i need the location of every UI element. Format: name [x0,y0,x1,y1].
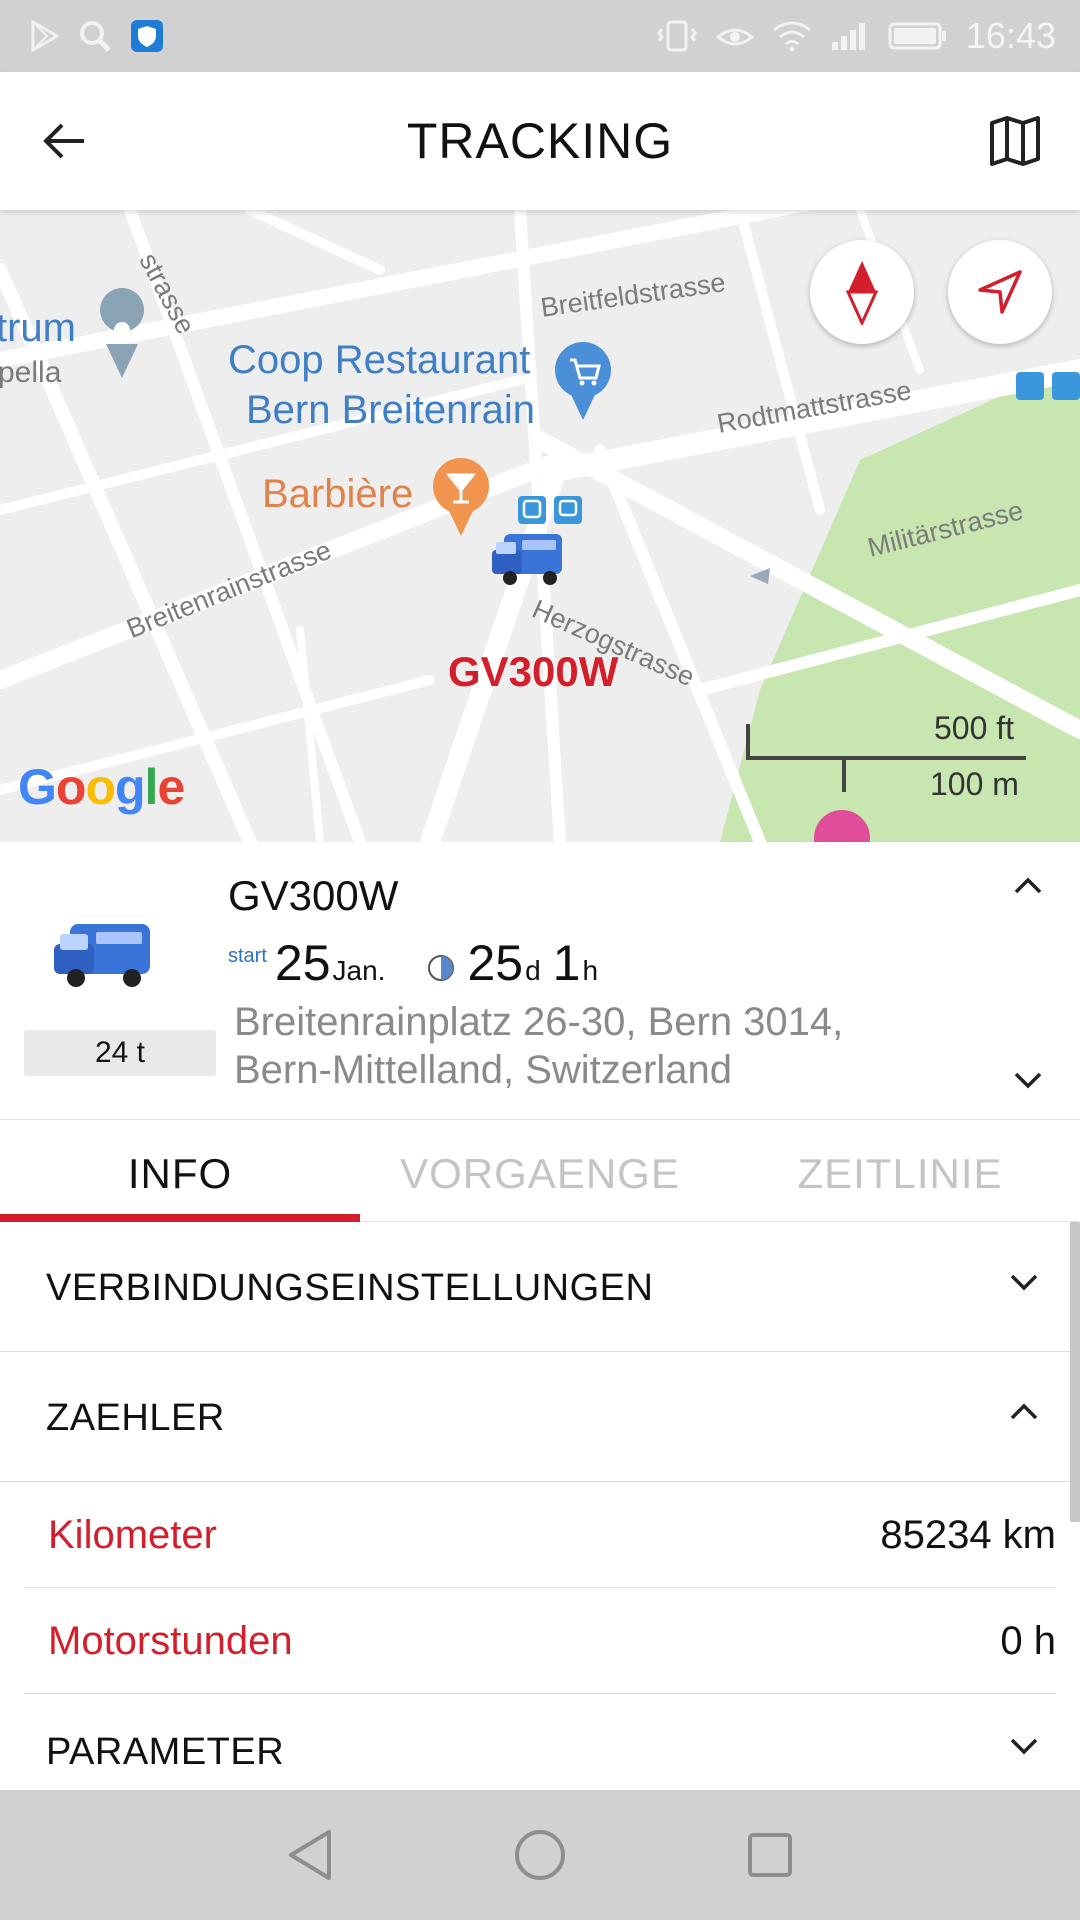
bar-pin [433,458,489,536]
chevron-up-icon [1010,1403,1038,1420]
start-label: start [228,945,267,967]
counter-row-motorstunden: Motorstunden 0 h [24,1588,1056,1694]
map-view[interactable]: strasse Breitfeldstrasse Rodtmattstrasse… [0,210,1080,842]
scale-imperial: 500 ft [934,710,1015,746]
arrow-left-icon [43,123,84,159]
tab-info[interactable]: INFO [0,1120,360,1222]
scrollbar[interactable] [1070,1222,1080,1522]
start-month: Jan. [332,955,386,986]
back-button[interactable] [36,108,92,174]
triangle-back-icon [289,1830,331,1880]
card-collapse-button[interactable] [1012,876,1044,901]
duration: 25 d 1 h [427,934,598,992]
vehicle-weight-badge: 24 t [24,1030,216,1076]
duration-hours-unit: h [582,955,599,986]
app-bar: TRACKING [0,72,1080,210]
square-recents-icon [748,1833,792,1877]
address-line-2: Bern-Mittelland, Switzerland [234,1048,732,1092]
section-counter[interactable]: ZAEHLER [0,1352,1080,1482]
section-parameter[interactable]: PARAMETER [0,1694,1080,1790]
section-parameter-title: PARAMETER [46,1731,285,1773]
duration-days-unit: d [525,955,541,986]
shopping-cart-pin [555,342,611,420]
vehicle-name: GV300W [228,872,399,919]
info-content[interactable]: VERBINDUNGSEINSTELLUNGEN ZAEHLER Kilomet… [0,1222,1080,1790]
battery-icon [888,22,946,50]
nav-back-button[interactable] [270,1815,350,1895]
vehicle-start-row: start 25 Jan. 25 d 1 h [228,934,598,992]
compass-icon [845,261,879,325]
counter-key: Kilometer [48,1513,217,1557]
counter-key: Motorstunden [48,1619,293,1663]
tab-zeitlinie[interactable]: ZEITLINIE [720,1120,1080,1222]
vehicle-address: Breitenrainplatz 26-30, Bern 3014, Bern-… [234,998,994,1094]
google-logo: Google [18,759,185,815]
poi-label-partial-2: pella [0,356,62,389]
counter-value: 0 h [1000,1619,1056,1663]
status-bar-left [30,19,164,53]
vibrate-icon [657,20,697,52]
play-store-icon [31,20,60,52]
section-connection-settings[interactable]: VERBINDUNGSEINSTELLUNGEN [0,1222,1080,1352]
poi-label-coop-2: Bern Breitenrain [246,388,536,432]
nav-home-button[interactable] [500,1815,580,1895]
tab-zeitlinie-label: ZEITLINIE [797,1150,1003,1197]
half-moon-icon [428,955,455,981]
circle-home-icon [515,1830,565,1880]
tab-vorgaenge-label: VORGAENGE [400,1150,680,1197]
chevron-down-icon [1014,1072,1042,1089]
scale-metric: 100 m [930,766,1019,802]
status-bar: 16:43 [0,0,1080,72]
section-counter-title: ZAEHLER [46,1397,225,1439]
vehicle-card[interactable]: 24 t GV300W start 25 Jan. 25 d 1 h Breit… [0,842,1080,1120]
start-day: 25 [274,935,331,991]
card-expand-button[interactable] [1012,1070,1044,1095]
address-line-1: Breitenrainplatz 26-30, Bern 3014, [234,1000,844,1044]
eye-comfort-icon [715,28,754,46]
search-icon [80,21,111,52]
tab-bar: INFO VORGAENGE ZEITLINIE [0,1120,1080,1222]
section-connection-title: VERBINDUNGSEINSTELLUNGEN [46,1267,654,1309]
poi-label-barbiere: Barbière [262,472,414,516]
signal-icon [831,23,865,50]
map-view-button[interactable] [984,110,1046,172]
nav-recents-button[interactable] [730,1815,810,1895]
active-tab-indicator [0,1214,360,1222]
tab-vorgaenge[interactable]: VORGAENGE [360,1120,720,1222]
counter-row-kilometer: Kilometer 85234 km [24,1482,1056,1588]
my-location-button[interactable] [948,240,1052,344]
wifi-icon [772,21,811,52]
counter-value: 85234 km [880,1513,1056,1557]
status-bar-right: 16:43 [656,15,1056,57]
poi-label-coop-1: Coop Restaurant [228,338,531,382]
vehicle-map-label: GV300W [448,648,619,695]
duration-hours: 1 [552,935,581,991]
map-icon [990,116,1040,166]
compass-button[interactable] [810,240,914,344]
poi-label-partial-1: trum [0,306,76,350]
vehicle-thumbnail [54,924,150,987]
duration-days: 25 [467,935,524,991]
chevron-up-icon [1014,877,1042,894]
shield-app-icon [131,20,163,52]
chevron-down-icon [1010,1274,1038,1291]
navigation-arrow-icon [978,270,1022,314]
tab-info-label: INFO [127,1150,233,1197]
system-nav-bar [0,1790,1080,1920]
page-title: TRACKING [406,113,674,169]
status-time: 16:43 [965,15,1056,56]
chevron-down-icon [1010,1738,1038,1755]
